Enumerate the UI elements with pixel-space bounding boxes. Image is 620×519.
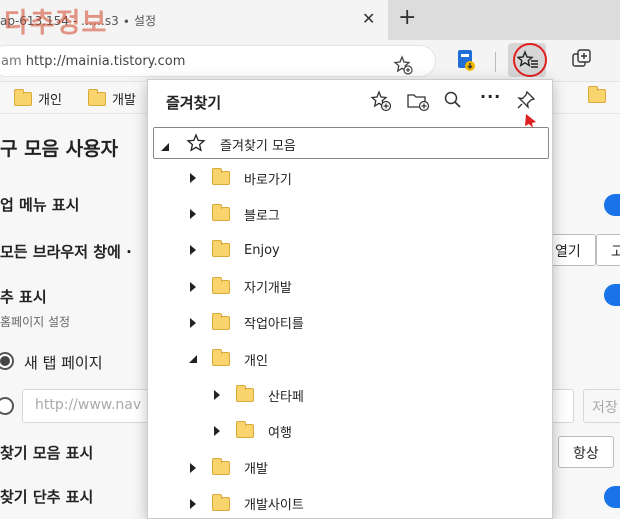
favorites-panel-title: 즐겨찾기	[166, 94, 222, 112]
tree-item-label: 자기개발	[244, 281, 292, 297]
chevron-right-icon[interactable]	[186, 243, 200, 257]
fav-button-label: 찾기 단추 표시	[0, 488, 94, 506]
new-tab-button[interactable]: +	[398, 5, 416, 30]
tree-item[interactable]: 산타페	[210, 380, 304, 410]
tree-item-label: 개인	[244, 353, 268, 369]
folder-icon	[236, 385, 254, 403]
red-arrow-icon	[520, 112, 540, 134]
fav-bar-label: 찾기 모음 표시	[0, 444, 94, 462]
home-toggle[interactable]	[604, 284, 620, 306]
menu-setting-label: 업 메뉴 표시	[0, 196, 80, 214]
tree-item-label: 개발사이트	[244, 498, 304, 514]
toolbar-separator	[495, 52, 496, 72]
chevron-right-icon[interactable]	[186, 461, 200, 475]
collections-icon[interactable]	[571, 48, 593, 74]
favorites-bar-root[interactable]: 즐겨찾기 모음	[153, 127, 549, 159]
add-folder-icon[interactable]	[406, 90, 430, 116]
tree-item[interactable]: 바로가기	[186, 163, 292, 193]
menu-toggle[interactable]	[604, 194, 620, 216]
watermark-logo: 다추정보	[4, 8, 108, 39]
address-text: am http://mainia.tistory.com	[1, 54, 185, 69]
other-button[interactable]: 고	[596, 234, 620, 266]
tree-item[interactable]: 개발	[186, 453, 268, 483]
favorites-panel: 즐겨찾기 ··· 즐겨찾기 모음 바로가기블로그 Enjoy 자기개발작업아티를개인…	[147, 79, 553, 519]
all-windows-label: 모든 브라우저 창에 ·	[0, 243, 132, 261]
tree-item-label: 바로가기	[244, 172, 292, 188]
new-tab-radio[interactable]	[0, 352, 14, 370]
folder-icon	[236, 421, 254, 439]
fav-button-toggle[interactable]	[604, 486, 620, 508]
folder-icon	[212, 276, 230, 294]
chevron-down-icon[interactable]	[186, 352, 200, 366]
more-options-icon[interactable]: ···	[480, 87, 501, 106]
root-label: 즐겨찾기 모음	[220, 139, 296, 154]
custom-url-radio[interactable]	[0, 397, 14, 415]
new-tab-option-label: 새 탭 페이지	[24, 354, 103, 372]
tree-item[interactable]: 개인	[186, 344, 268, 374]
extension-icon[interactable]	[455, 48, 477, 76]
title-fragment: 구	[0, 138, 18, 160]
tree-item-label: Enjoy	[244, 242, 280, 258]
settings-title: 구 모음 사용자	[0, 134, 118, 161]
folder-icon	[212, 493, 230, 511]
chevron-right-icon[interactable]	[186, 207, 200, 221]
folder-icon	[212, 240, 230, 258]
chevron-right-icon[interactable]	[186, 316, 200, 330]
pin-icon[interactable]	[516, 90, 536, 114]
always-dropdown[interactable]: 항상	[558, 436, 614, 468]
tree-item[interactable]: 작업아티를	[186, 308, 304, 338]
tree-item[interactable]: 블로그	[186, 199, 280, 229]
folder-icon	[212, 457, 230, 475]
tree-item-label: 개발	[244, 462, 268, 478]
chevron-right-icon[interactable]	[186, 497, 200, 511]
folder-icon	[588, 86, 606, 103]
tree-item-label: 작업아티를	[244, 317, 304, 333]
save-button[interactable]: 저장	[583, 389, 620, 423]
add-favorite-star-icon[interactable]	[393, 55, 413, 79]
collapse-chevron-icon[interactable]	[160, 137, 170, 156]
folder-icon	[212, 349, 230, 366]
star-icon	[186, 133, 206, 157]
folder-icon	[88, 88, 106, 106]
chevron-right-icon[interactable]	[186, 171, 200, 185]
folder-icon	[14, 88, 32, 106]
chevron-right-icon[interactable]	[210, 388, 224, 402]
tab-close-icon[interactable]: ✕	[362, 9, 375, 28]
bookmark-label: 개발	[112, 93, 136, 108]
title-text: 모음 사용자	[24, 138, 119, 160]
chevron-right-icon[interactable]	[186, 280, 200, 294]
highlight-circle	[513, 43, 547, 77]
folder-icon	[212, 168, 230, 185]
active-tab[interactable]: ap-613.154 - ……s3 ∙ 설정 다추정보 ✕	[0, 0, 388, 40]
tree-item-label: 여행	[268, 425, 292, 441]
home-setting-sub: 홈페이지 설정	[0, 315, 71, 329]
folder-icon	[212, 204, 230, 222]
bookmark-label: 개인	[38, 93, 62, 108]
bookmark-folder-more[interactable]	[588, 86, 606, 103]
search-icon[interactable]	[443, 90, 463, 114]
bookmark-folder-dev[interactable]: 개발	[88, 88, 136, 108]
chevron-right-icon[interactable]	[210, 424, 224, 438]
add-favorite-icon[interactable]	[370, 90, 392, 116]
tree-item[interactable]: 자기개발	[186, 272, 292, 302]
tree-item[interactable]: 여행	[210, 416, 292, 446]
tree-item-label: 블로그	[244, 208, 280, 224]
url-value: http://mainia.tistory.com	[25, 54, 186, 69]
tree-item[interactable]: Enjoy	[186, 235, 280, 265]
tree-item-label: 산타페	[268, 389, 304, 405]
tree-item[interactable]: 개발사이트	[186, 489, 304, 519]
url-prefix: am	[1, 54, 22, 69]
folder-icon	[212, 312, 230, 330]
home-setting-label: 추 표시	[0, 288, 47, 306]
tab-strip: ap-613.154 - ……s3 ∙ 설정 다추정보 ✕ +	[0, 0, 620, 40]
address-bar[interactable]: am http://mainia.tistory.com	[0, 45, 436, 77]
bookmark-folder-personal[interactable]: 개인	[14, 88, 62, 108]
